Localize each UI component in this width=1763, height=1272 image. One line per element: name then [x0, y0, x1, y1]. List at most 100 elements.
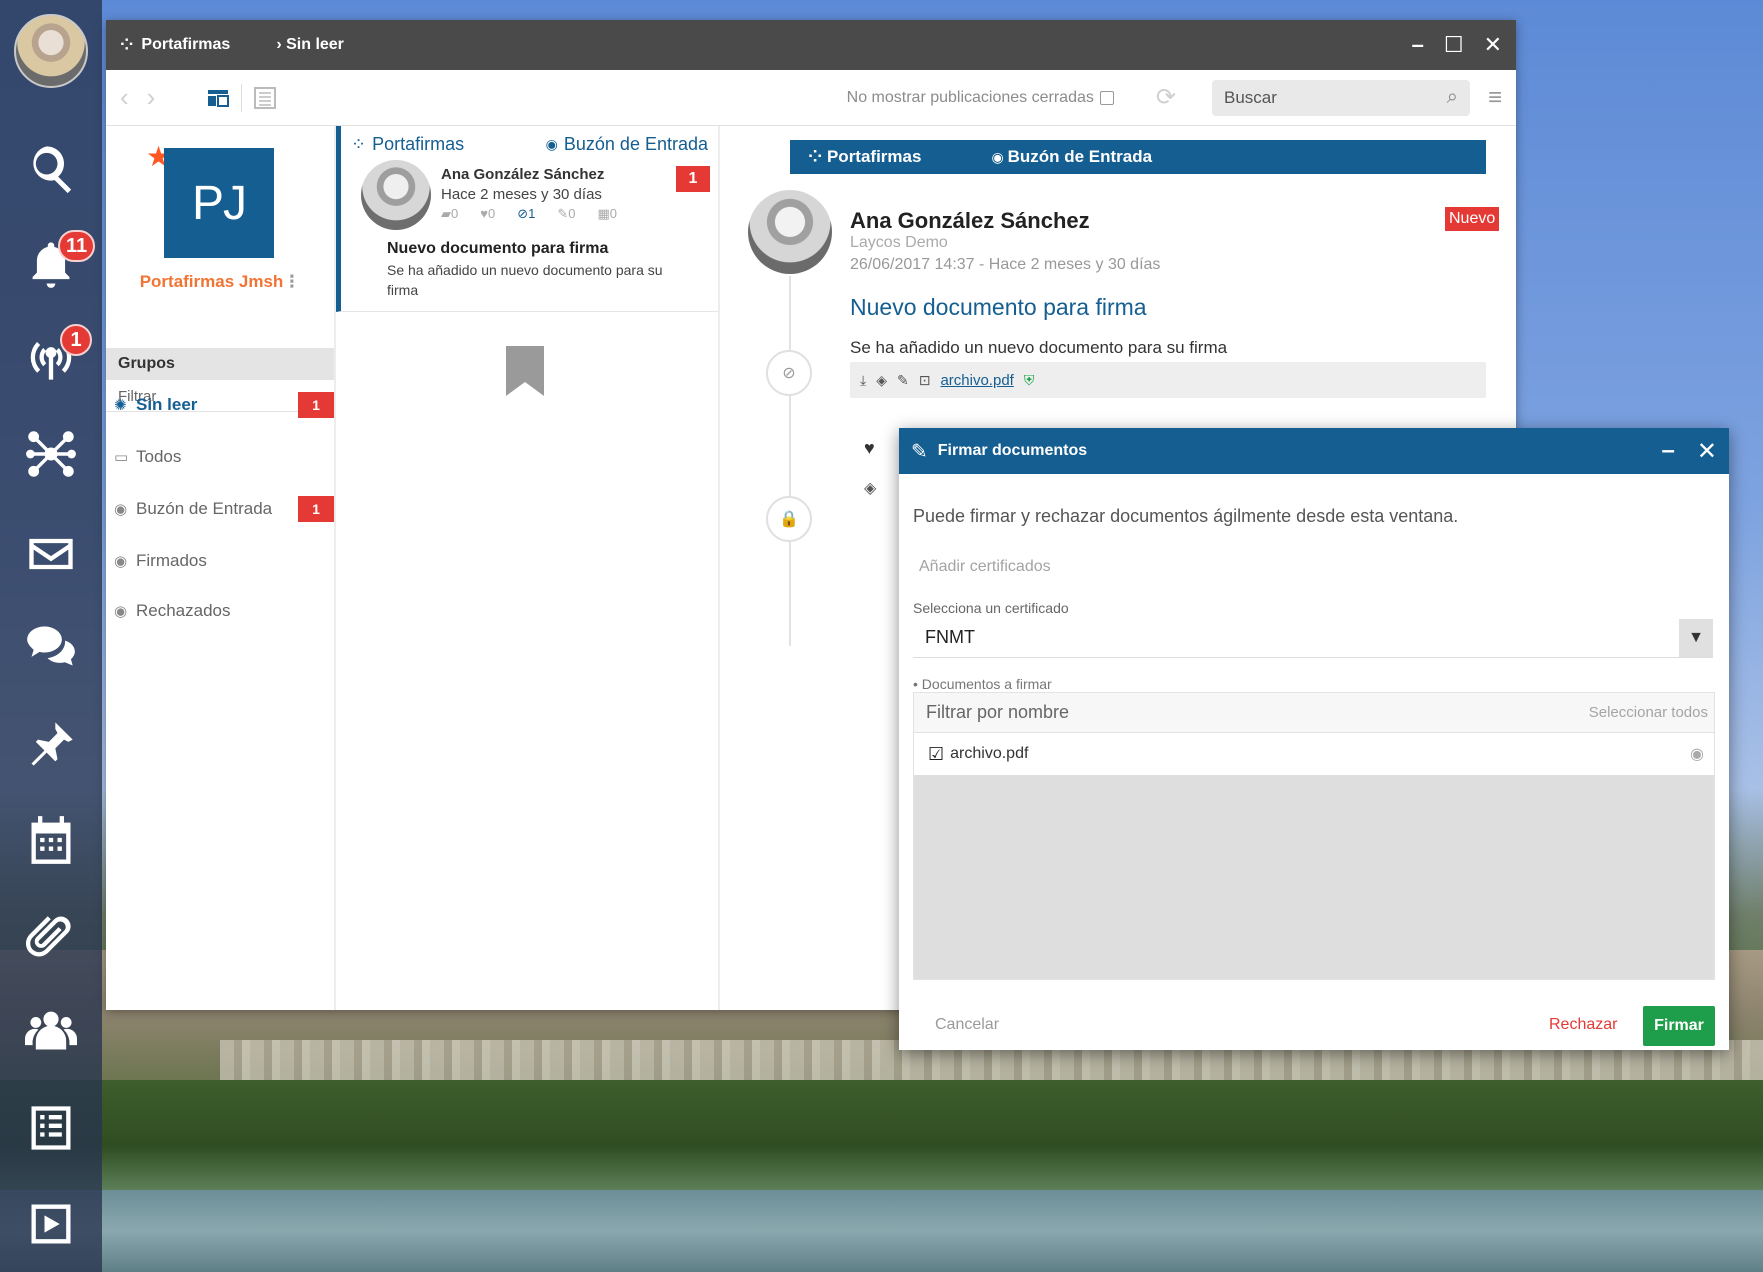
- window-titlebar[interactable]: ⁘ Portafirmas › Sin leer – ☐ ✕: [106, 20, 1516, 70]
- refresh-icon[interactable]: ⟳: [1156, 83, 1176, 112]
- dialog-header[interactable]: ✎ Firmar documentos – ✕: [899, 428, 1729, 474]
- minimize-icon[interactable]: –: [1662, 437, 1675, 466]
- dock-chat[interactable]: [0, 606, 102, 686]
- documents-filter-input[interactable]: Filtrar por nombre Seleccionar todos: [914, 693, 1714, 733]
- list-view-icon[interactable]: [254, 86, 277, 109]
- card-source[interactable]: Portafirmas: [372, 134, 464, 155]
- detail-header: ⁘ Portafirmas ◉ Buzón de Entrada: [790, 140, 1486, 174]
- toolbar-divider: [241, 83, 243, 112]
- attachment-link[interactable]: archivo.pdf: [940, 372, 1013, 389]
- split-view-icon[interactable]: [207, 87, 230, 109]
- window-toolbar: ‹ › No mostrar publicaciones cerradas ⟳ …: [106, 70, 1516, 126]
- detail-inbox-link[interactable]: ◉ Buzón de Entrada: [991, 147, 1152, 167]
- certificate-label: Selecciona un certificado: [913, 600, 1069, 616]
- paperclip-icon: [25, 916, 71, 957]
- pin-icon: ✎: [557, 206, 569, 221]
- groups-panel: ★ PJ Portafirmas Jmsh⋮ Grupos Filtrar ⌕ …: [106, 126, 336, 1010]
- dialog-title: Firmar documentos: [937, 442, 1088, 459]
- expand-icon[interactable]: ⊡: [919, 372, 931, 389]
- card-stats: ▰0 ♥0 ⊘1 ✎0 ▦0: [441, 206, 617, 222]
- dock-search[interactable]: [0, 128, 102, 208]
- card-time: Hace 2 meses y 30 días: [441, 186, 602, 203]
- breadcrumb[interactable]: › Sin leer: [276, 36, 344, 54]
- documents-filter-placeholder: Filtrar por nombre: [926, 702, 1070, 722]
- edit-sign-icon: ✎: [911, 440, 928, 463]
- dock-calendar[interactable]: [0, 800, 102, 880]
- card-inbox[interactable]: Buzón de Entrada: [564, 134, 708, 155]
- profile-name[interactable]: Portafirmas Jmsh⋮: [106, 272, 334, 292]
- dock-network[interactable]: [0, 414, 102, 494]
- network-icon: ⁘: [808, 147, 827, 166]
- comment-icon: ▰: [441, 206, 451, 221]
- certificate-select[interactable]: FNMT ▼: [913, 618, 1713, 658]
- group-badge: 1: [298, 392, 334, 418]
- maximize-icon[interactable]: ☐: [1444, 32, 1464, 58]
- minimize-icon[interactable]: –: [1412, 32, 1424, 58]
- group-todos[interactable]: ▭ Todos: [114, 442, 334, 472]
- profile-logo[interactable]: PJ: [164, 148, 274, 258]
- group-rechazados[interactable]: ◉ Rechazados: [114, 596, 334, 626]
- message-card[interactable]: ⁘ Portafirmas ◉ Buzón de Entrada Ana Gonzá…: [336, 126, 718, 312]
- group-label: Sin leer: [136, 395, 198, 414]
- search-icon[interactable]: ⌕: [1447, 86, 1458, 109]
- search-placeholder: Buscar: [1223, 87, 1277, 107]
- group-sin-leer[interactable]: ✺ Sin leer 1: [114, 390, 334, 420]
- heart-icon[interactable]: ♥: [864, 438, 875, 459]
- close-icon[interactable]: ✕: [1697, 437, 1717, 466]
- close-icon[interactable]: ✕: [1484, 32, 1502, 58]
- document-row[interactable]: ☑ archivo.pdf ◉: [914, 733, 1714, 775]
- card-author: Ana González Sánchez: [441, 166, 605, 183]
- eye-icon[interactable]: ◉: [1690, 744, 1704, 764]
- download-icon[interactable]: ⤓: [860, 372, 866, 389]
- lock-icon[interactable]: 🔒: [766, 496, 812, 542]
- user-avatar[interactable]: [14, 14, 88, 88]
- tag-icon[interactable]: ◈: [864, 478, 876, 498]
- dock-pin[interactable]: [0, 704, 102, 784]
- pin-icon: [31, 722, 73, 766]
- group-buzon-entrada[interactable]: ◉ Buzón de Entrada 1: [114, 494, 334, 524]
- hide-closed-checkbox[interactable]: [1099, 90, 1114, 105]
- sign-button[interactable]: Firmar: [1643, 1006, 1715, 1046]
- hamburger-menu-icon[interactable]: ≡: [1488, 84, 1502, 112]
- documents-label: • Documentos a firmar: [913, 676, 1052, 692]
- dock-media[interactable]: [0, 1184, 102, 1264]
- author-avatar: [361, 160, 431, 230]
- card-title: Nuevo documento para firma: [387, 240, 609, 257]
- group-firmados[interactable]: ◉ Firmados: [114, 546, 334, 576]
- detail-organization: Laycos Demo: [850, 234, 948, 251]
- select-all-link[interactable]: Seleccionar todos: [1589, 704, 1708, 721]
- forward-icon[interactable]: ›: [147, 82, 156, 113]
- reject-button[interactable]: Rechazar: [1549, 1016, 1617, 1034]
- pins-stat: ✎0: [557, 206, 576, 221]
- group-label: Firmados: [136, 551, 207, 570]
- dialog-intro: Puede firmar y rechazar documentos ágilm…: [913, 506, 1459, 526]
- detail-title: Nuevo documento para firma: [850, 294, 1147, 320]
- dock-mail[interactable]: [0, 514, 102, 594]
- unread-badge: 1: [676, 166, 710, 192]
- background-water: [0, 1190, 1763, 1272]
- hide-closed-option[interactable]: No mostrar publicaciones cerradas: [847, 89, 1114, 107]
- antenna-badge: 1: [60, 324, 92, 356]
- dock-groups[interactable]: [0, 990, 102, 1070]
- edit-sign-icon[interactable]: ✎: [897, 372, 909, 389]
- checkbox-checked-icon[interactable]: ☑: [928, 744, 944, 765]
- group-badge: 1: [298, 496, 334, 522]
- back-icon[interactable]: ‹: [120, 82, 129, 113]
- add-certificates-link[interactable]: Añadir certificados: [919, 558, 1051, 576]
- group-label: Buzón de Entrada: [136, 499, 273, 518]
- paperclip-icon[interactable]: ⊘: [766, 350, 812, 396]
- cancel-button[interactable]: Cancelar: [935, 1016, 999, 1034]
- detail-source-link[interactable]: ⁘ Portafirmas: [808, 147, 921, 167]
- dock-list[interactable]: [0, 1088, 102, 1168]
- dock-attachments[interactable]: [0, 896, 102, 976]
- radio-dot-icon: ◉: [114, 501, 128, 518]
- tag-icon[interactable]: ◈: [876, 372, 887, 389]
- kebab-menu-icon[interactable]: ⋮: [283, 272, 300, 291]
- shield-icon: ⛨: [1023, 371, 1035, 388]
- groups-header: Grupos: [106, 348, 334, 380]
- certificate-value: FNMT: [925, 627, 975, 647]
- chevron-down-icon[interactable]: ▼: [1679, 618, 1713, 657]
- network-icon: ⁘: [351, 134, 367, 154]
- list-icon: [31, 1106, 71, 1150]
- search-input[interactable]: Buscar ⌕: [1211, 79, 1470, 116]
